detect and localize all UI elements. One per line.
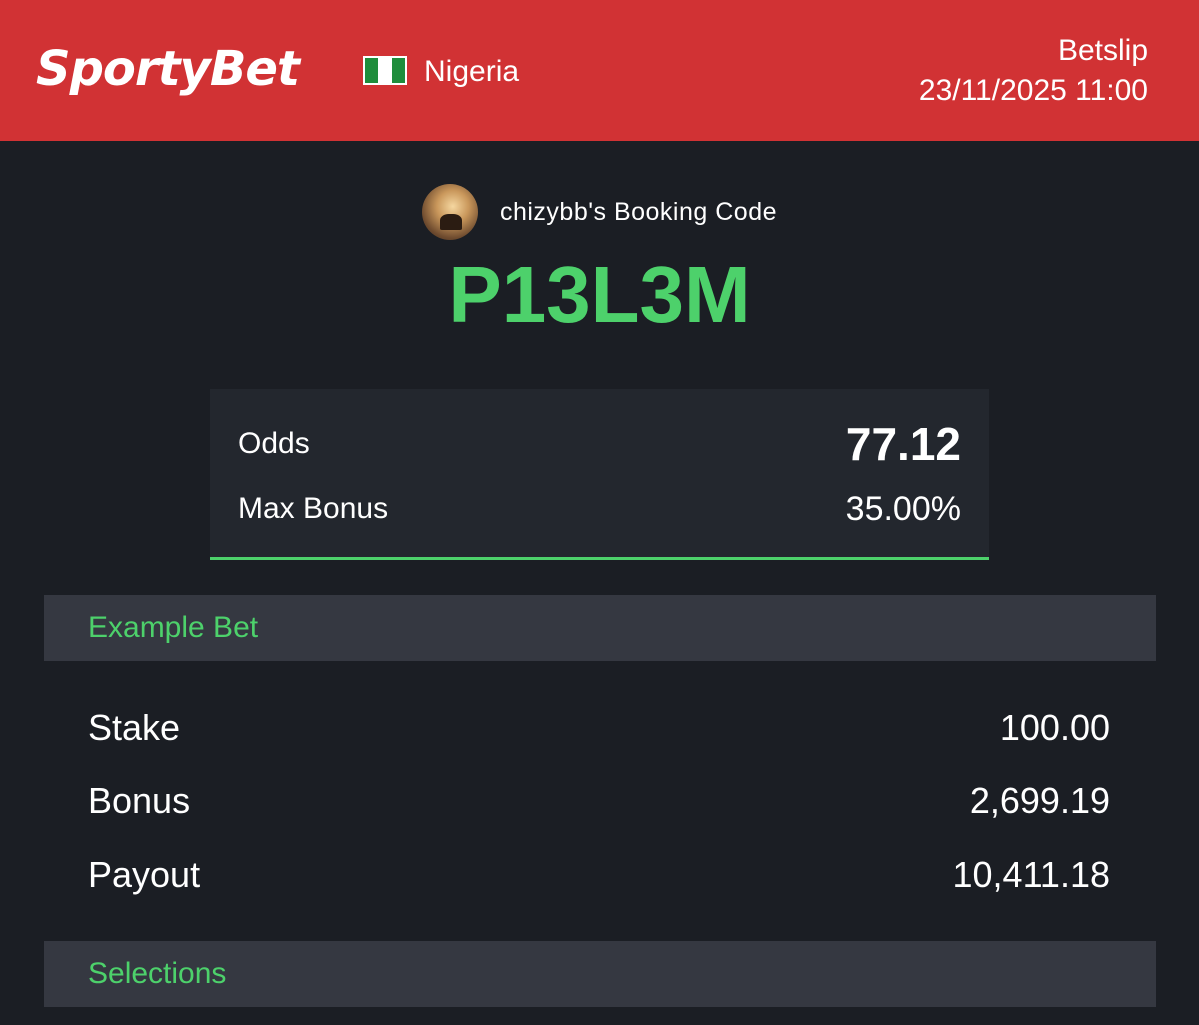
stake-value: 100.00 xyxy=(999,707,1110,748)
odds-row: Odds 77.12 xyxy=(238,409,961,479)
header-info: Betslip 23/11/2025 11:00 xyxy=(919,31,1148,111)
nigeria-flag-icon xyxy=(363,56,407,85)
payout-value: 10,411.18 xyxy=(952,854,1110,895)
stake-label: Stake xyxy=(88,707,181,748)
odds-value: 77.12 xyxy=(845,418,961,470)
max-bonus-value: 35.00% xyxy=(845,489,961,528)
example-bet-header: Example Bet xyxy=(44,595,1156,661)
odds-summary-card: Odds 77.12 Max Bonus 35.00% xyxy=(210,389,989,560)
odds-label: Odds xyxy=(238,427,310,460)
max-bonus-row: Max Bonus 35.00% xyxy=(238,481,961,537)
app-header: SportyBet Nigeria Betslip 23/11/2025 11:… xyxy=(0,0,1199,141)
bonus-label: Bonus xyxy=(88,780,191,821)
selections-header[interactable]: Selections xyxy=(44,941,1156,1007)
avatar[interactable] xyxy=(421,184,478,240)
country-label: Nigeria xyxy=(424,55,520,88)
booking-code-label: chizybb's Booking Code xyxy=(499,197,778,226)
booking-code[interactable]: P13L3M xyxy=(0,245,1199,345)
payout-row: Payout 10,411.18 xyxy=(88,845,1110,905)
bonus-value: 2,699.19 xyxy=(969,780,1110,821)
sportybet-logo[interactable]: SportyBet xyxy=(36,34,300,104)
stake-row: Stake 100.00 xyxy=(88,698,1110,758)
bonus-row: Bonus 2,699.19 xyxy=(88,771,1110,831)
page-title: Betslip xyxy=(1057,34,1148,67)
max-bonus-label: Max Bonus xyxy=(238,492,389,525)
payout-label: Payout xyxy=(88,854,201,895)
timestamp: 23/11/2025 11:00 xyxy=(918,74,1148,107)
booking-owner: chizybb's Booking Code xyxy=(0,182,1199,242)
